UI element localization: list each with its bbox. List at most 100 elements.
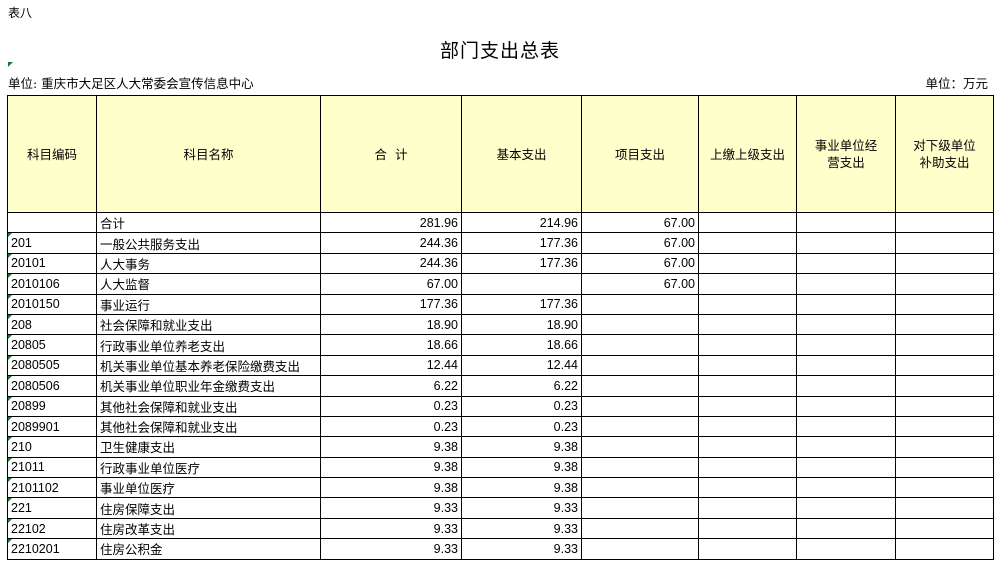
cell-basic[interactable]: 214.96	[461, 211, 582, 234]
cell-total[interactable]: 177.36	[320, 293, 462, 315]
cell-upper[interactable]	[698, 293, 797, 315]
cell-upper[interactable]	[698, 354, 797, 377]
cell-project[interactable]	[581, 313, 699, 336]
header-upper[interactable]: 上缴上级支出	[698, 95, 797, 213]
cell-code[interactable]: 210	[7, 436, 97, 458]
cell-basic[interactable]: 12.44	[461, 354, 582, 377]
cell-business[interactable]	[796, 497, 896, 519]
cell-total[interactable]: 9.33	[320, 538, 462, 560]
cell-upper[interactable]	[698, 395, 797, 417]
cell-project[interactable]	[581, 293, 699, 315]
cell-basic[interactable]: 9.33	[461, 517, 582, 540]
cell-upper[interactable]	[698, 252, 797, 275]
cell-code[interactable]: 201	[7, 232, 97, 254]
cell-total[interactable]: 18.66	[320, 334, 462, 356]
cell-project[interactable]	[581, 436, 699, 458]
cell-total[interactable]: 9.38	[320, 436, 462, 458]
cell-project[interactable]	[581, 517, 699, 540]
cell-total[interactable]: 0.23	[320, 415, 462, 438]
cell-subsidy[interactable]	[895, 252, 994, 275]
cell-name[interactable]: 事业运行	[96, 293, 321, 315]
cell-name[interactable]: 机关事业单位职业年金缴费支出	[96, 375, 321, 397]
cell-subsidy[interactable]	[895, 497, 994, 519]
cell-name[interactable]: 其他社会保障和就业支出	[96, 395, 321, 417]
cell-subsidy[interactable]	[895, 456, 994, 479]
cell-project[interactable]	[581, 497, 699, 519]
cell-project[interactable]: 67.00	[581, 211, 699, 234]
cell-project[interactable]	[581, 375, 699, 397]
cell-basic[interactable]: 9.33	[461, 538, 582, 560]
cell-code[interactable]: 2080505	[7, 354, 97, 377]
cell-project[interactable]: 67.00	[581, 252, 699, 275]
cell-code[interactable]	[7, 211, 97, 234]
cell-basic[interactable]: 9.38	[461, 436, 582, 458]
header-code[interactable]: 科目编码	[7, 95, 97, 213]
cell-total[interactable]: 9.38	[320, 456, 462, 479]
cell-total[interactable]: 244.36	[320, 252, 462, 275]
cell-subsidy[interactable]	[895, 436, 994, 458]
cell-subsidy[interactable]	[895, 538, 994, 560]
cell-upper[interactable]	[698, 375, 797, 397]
cell-subsidy[interactable]	[895, 334, 994, 356]
cell-business[interactable]	[796, 211, 896, 234]
cell-name[interactable]: 住房公积金	[96, 538, 321, 560]
cell-name[interactable]: 社会保障和就业支出	[96, 313, 321, 336]
cell-business[interactable]	[796, 395, 896, 417]
cell-business[interactable]	[796, 456, 896, 479]
cell-upper[interactable]	[698, 211, 797, 234]
cell-total[interactable]: 9.33	[320, 497, 462, 519]
cell-project[interactable]	[581, 456, 699, 479]
cell-code[interactable]: 20101	[7, 252, 97, 275]
cell-upper[interactable]	[698, 232, 797, 254]
cell-code[interactable]: 22102	[7, 517, 97, 540]
cell-basic[interactable]: 18.90	[461, 313, 582, 336]
cell-code[interactable]: 2101102	[7, 477, 97, 499]
cell-basic[interactable]: 0.23	[461, 395, 582, 417]
cell-project[interactable]	[581, 395, 699, 417]
cell-basic[interactable]: 6.22	[461, 375, 582, 397]
cell-code[interactable]: 2010106	[7, 273, 97, 295]
cell-business[interactable]	[796, 232, 896, 254]
header-business[interactable]: 事业单位经营支出	[796, 95, 896, 213]
cell-subsidy[interactable]	[895, 375, 994, 397]
cell-name[interactable]: 卫生健康支出	[96, 436, 321, 458]
cell-name[interactable]: 人大事务	[96, 252, 321, 275]
cell-code[interactable]: 2080506	[7, 375, 97, 397]
cell-upper[interactable]	[698, 456, 797, 479]
cell-subsidy[interactable]	[895, 477, 994, 499]
cell-upper[interactable]	[698, 436, 797, 458]
cell-subsidy[interactable]	[895, 232, 994, 254]
cell-name[interactable]: 事业单位医疗	[96, 477, 321, 499]
cell-project[interactable]: 67.00	[581, 273, 699, 295]
cell-basic[interactable]: 9.33	[461, 497, 582, 519]
cell-subsidy[interactable]	[895, 313, 994, 336]
cell-upper[interactable]	[698, 415, 797, 438]
cell-subsidy[interactable]	[895, 293, 994, 315]
cell-business[interactable]	[796, 477, 896, 499]
cell-subsidy[interactable]	[895, 211, 994, 234]
cell-name[interactable]: 住房保障支出	[96, 497, 321, 519]
cell-subsidy[interactable]	[895, 517, 994, 540]
cell-subsidy[interactable]	[895, 273, 994, 295]
cell-name[interactable]: 机关事业单位基本养老保险缴费支出	[96, 354, 321, 377]
cell-subsidy[interactable]	[895, 415, 994, 438]
cell-total[interactable]: 9.38	[320, 477, 462, 499]
cell-upper[interactable]	[698, 517, 797, 540]
cell-upper[interactable]	[698, 313, 797, 336]
cell-code[interactable]: 2010150	[7, 293, 97, 315]
cell-subsidy[interactable]	[895, 395, 994, 417]
cell-name[interactable]: 其他社会保障和就业支出	[96, 415, 321, 438]
cell-business[interactable]	[796, 293, 896, 315]
cell-basic[interactable]: 18.66	[461, 334, 582, 356]
cell-code[interactable]: 2210201	[7, 538, 97, 560]
header-name[interactable]: 科目名称	[96, 95, 321, 213]
cell-code[interactable]: 2089901	[7, 415, 97, 438]
header-basic[interactable]: 基本支出	[461, 95, 582, 213]
cell-name[interactable]: 人大监督	[96, 273, 321, 295]
cell-code[interactable]: 20899	[7, 395, 97, 417]
cell-business[interactable]	[796, 354, 896, 377]
cell-name[interactable]: 行政事业单位医疗	[96, 456, 321, 479]
cell-subsidy[interactable]	[895, 354, 994, 377]
cell-basic[interactable]: 0.23	[461, 415, 582, 438]
cell-business[interactable]	[796, 273, 896, 295]
